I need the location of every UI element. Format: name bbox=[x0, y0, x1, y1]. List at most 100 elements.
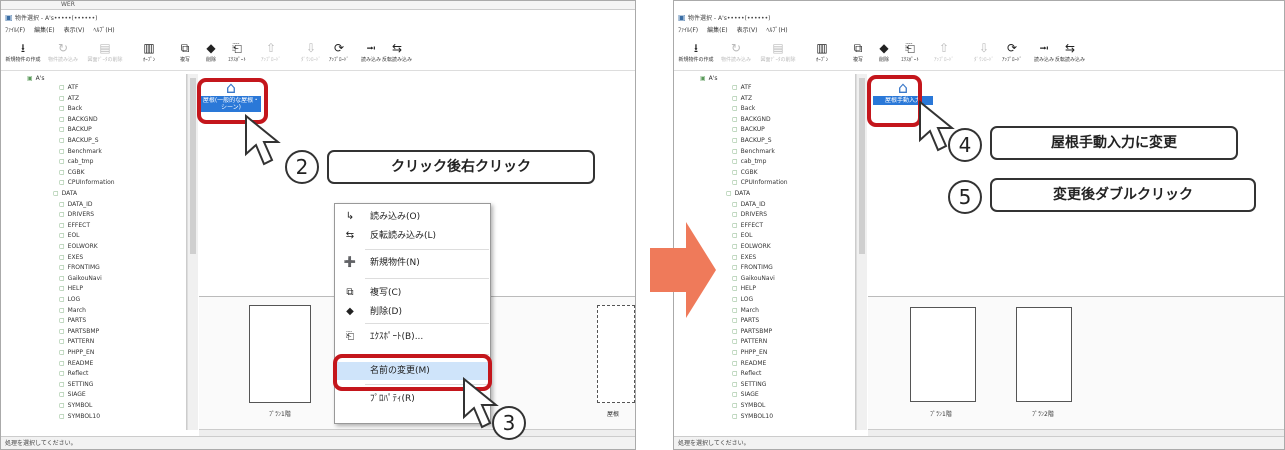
folder-tree[interactable]: ▣ A's ▢ ATF ▢ ATZ ▢ Back ▢ BACKGND ▢ BACKUP ▢ BACKUP_… bbox=[1, 74, 187, 430]
tree-item[interactable]: ▢ DATA bbox=[53, 189, 77, 198]
toolbar-reverse-read-button[interactable]: ⇆ 反転読み込み bbox=[1050, 41, 1090, 63]
tree-item[interactable]: ▢ BACKGND bbox=[59, 115, 98, 124]
toolbar-open-button[interactable]: ▥ ｵｰﾌﾟﾝ bbox=[802, 41, 842, 63]
menu-file[interactable]: ﾌｧｲﾙ(F) bbox=[5, 25, 25, 37]
tree-item[interactable]: ▢ March bbox=[59, 306, 86, 315]
tree-root[interactable]: ▣ A's bbox=[700, 74, 718, 83]
tree-item[interactable]: ▢ BACKUP_S bbox=[732, 136, 772, 145]
tree-item[interactable]: ▢ Back bbox=[59, 104, 82, 113]
tree-item[interactable]: ▢ SYMBOL bbox=[732, 401, 765, 410]
tree-item[interactable]: ▢ CPUInformation bbox=[732, 178, 788, 187]
tree-item[interactable]: ▢ GaikouNavi bbox=[732, 274, 775, 283]
tree-item[interactable]: ▢ EXES bbox=[732, 253, 756, 262]
tree-item[interactable]: ▢ BACKUP bbox=[732, 125, 765, 134]
step-5-number: 5 bbox=[948, 180, 982, 214]
tree-item[interactable]: ▢ FRONTIMG bbox=[59, 263, 100, 272]
tree-item[interactable]: ▢ EFFECT bbox=[732, 221, 763, 230]
tree-item[interactable]: ▢ PATTERN bbox=[59, 337, 94, 346]
toolbar-upload-button[interactable]: ⇧ ｱｯﾌﾟﾛｰﾄﾞ bbox=[924, 41, 964, 63]
scroll-thumb[interactable] bbox=[859, 78, 865, 254]
tree-item[interactable]: ▢ LOG bbox=[732, 295, 753, 304]
tree-item[interactable]: ▢ DATA_ID bbox=[59, 200, 93, 209]
tree-item[interactable]: ▢ HELP bbox=[732, 284, 756, 293]
tree-item[interactable]: ▢ Benchmark bbox=[732, 147, 775, 156]
context-menu-item[interactable]: ◆ 削除(D) bbox=[335, 303, 492, 321]
tree-item[interactable]: ▢ Reflect bbox=[732, 369, 761, 378]
menu-view[interactable]: 表示(V) bbox=[64, 25, 85, 37]
tree-item[interactable]: ▢ DRIVERS bbox=[732, 210, 767, 219]
tree-item[interactable]: ▢ PARTSBMP bbox=[732, 327, 772, 336]
toolbar-new-property-button[interactable]: ⭳ 新規物件の作成 bbox=[3, 41, 43, 63]
tree-scrollbar[interactable] bbox=[187, 74, 198, 430]
tree-item[interactable]: ▢ BACKUP bbox=[59, 125, 92, 134]
menu-view[interactable]: 表示(V) bbox=[737, 25, 758, 37]
tree-item[interactable]: ▢ CGBK bbox=[59, 168, 85, 177]
tree-item[interactable]: ▢ EOL bbox=[59, 231, 80, 240]
tree-item[interactable]: ▢ DATA_ID bbox=[732, 200, 766, 209]
tree-item[interactable]: ▢ README bbox=[59, 359, 93, 368]
tree-item[interactable]: ▢ SYMBOL10 bbox=[59, 412, 100, 421]
tree-item[interactable]: ▢ ATF bbox=[59, 83, 78, 92]
tree-item[interactable]: ▢ PATTERN bbox=[732, 337, 767, 346]
tree-item[interactable]: ▢ GaikouNavi bbox=[59, 274, 102, 283]
toolbar-delete-file-button[interactable]: ▤ 図面ﾃﾞｰﾀの削除 bbox=[85, 41, 125, 63]
tree-item[interactable]: ▢ PARTS bbox=[59, 316, 86, 325]
tree-item[interactable]: ▢ FRONTIMG bbox=[732, 263, 773, 272]
menu-edit[interactable]: 編集(E) bbox=[34, 25, 54, 37]
tree-item[interactable]: ▢ EOLWORK bbox=[732, 242, 771, 251]
tree-item[interactable]: ▢ ATZ bbox=[732, 94, 752, 103]
toolbar-reverse-read-button[interactable]: ⇆ 反転読み込み bbox=[377, 41, 417, 63]
tree-item[interactable]: ▢ EXES bbox=[59, 253, 83, 262]
context-menu-item[interactable]: ⎗ ｴｸｽﾎﾟｰﾄ(B)... bbox=[335, 328, 492, 346]
tree-item[interactable]: ▢ Reflect bbox=[59, 369, 88, 378]
tree-item[interactable]: ▢ cab_tmp bbox=[59, 157, 93, 166]
tree-item-label: Back bbox=[740, 105, 756, 113]
menu-file[interactable]: ﾌｧｲﾙ(F) bbox=[678, 25, 698, 37]
tree-root[interactable]: ▣ A's bbox=[27, 74, 45, 83]
tree-item[interactable]: ▢ SYMBOL10 bbox=[732, 412, 773, 421]
tree-item[interactable]: ▢ PARTSBMP bbox=[59, 327, 99, 336]
tree-item[interactable]: ▢ ATZ bbox=[59, 94, 79, 103]
tree-item[interactable]: ▢ README bbox=[732, 359, 766, 368]
toolbar-upload-button[interactable]: ⇧ ｱｯﾌﾟﾛｰﾄﾞ bbox=[251, 41, 291, 63]
tree-item[interactable]: ▢ BACKGND bbox=[732, 115, 771, 124]
context-menu-item[interactable]: ⇆ 反転読み込み(L) bbox=[335, 227, 492, 245]
tree-item[interactable]: ▢ SETTING bbox=[59, 380, 93, 389]
tree-item[interactable]: ▢ Back bbox=[732, 104, 755, 113]
scroll-thumb[interactable] bbox=[190, 78, 196, 254]
tree-item[interactable]: ▢ EOL bbox=[732, 231, 753, 240]
tree-item[interactable]: ▢ SIAGE bbox=[732, 390, 759, 399]
tree-item[interactable]: ▢ SYMBOL bbox=[59, 401, 92, 410]
tree-item[interactable]: ▢ SETTING bbox=[732, 380, 766, 389]
tree-item[interactable]: ▢ SIAGE bbox=[59, 390, 86, 399]
tree-item[interactable]: ▢ EFFECT bbox=[59, 221, 90, 230]
tree-item[interactable]: ▢ CGBK bbox=[732, 168, 758, 177]
tree-item[interactable]: ▢ ATF bbox=[732, 83, 751, 92]
context-menu-item[interactable]: ➕ 新規物件(N) bbox=[335, 254, 492, 272]
tree-item[interactable]: ▢ March bbox=[732, 306, 759, 315]
toolbar-delete-file-button[interactable]: ▤ 図面ﾃﾞｰﾀの削除 bbox=[758, 41, 798, 63]
read-icon: ↳ bbox=[345, 211, 355, 222]
toolbar-open-button[interactable]: ▥ ｵｰﾌﾟﾝ bbox=[129, 41, 169, 63]
tree-item[interactable]: ▢ PARTS bbox=[732, 316, 759, 325]
menu-help[interactable]: ﾍﾙﾌﾟ(H) bbox=[766, 25, 787, 37]
tree-item[interactable]: ▢ EOLWORK bbox=[59, 242, 98, 251]
toolbar-load-button[interactable]: ↻ 物件読み込み bbox=[716, 41, 756, 63]
tree-item[interactable]: ▢ DRIVERS bbox=[59, 210, 94, 219]
toolbar-new-property-button[interactable]: ⭳ 新規物件の作成 bbox=[676, 41, 716, 63]
menu-help[interactable]: ﾍﾙﾌﾟ(H) bbox=[93, 25, 114, 37]
tree-item[interactable]: ▢ CPUInformation bbox=[59, 178, 115, 187]
context-menu-item[interactable]: ↳ 読み込み(O) bbox=[335, 208, 492, 226]
tree-item[interactable]: ▢ DATA bbox=[726, 189, 750, 198]
tree-item[interactable]: ▢ cab_tmp bbox=[732, 157, 766, 166]
tree-item[interactable]: ▢ BACKUP_S bbox=[59, 136, 99, 145]
menu-edit[interactable]: 編集(E) bbox=[707, 25, 727, 37]
tree-item[interactable]: ▢ LOG bbox=[59, 295, 80, 304]
tree-scrollbar[interactable] bbox=[856, 74, 867, 430]
tree-item[interactable]: ▢ PHPP_EN bbox=[732, 348, 767, 357]
toolbar-load-button[interactable]: ↻ 物件読み込み bbox=[43, 41, 83, 63]
context-menu-item[interactable]: ⧉ 複写(C) bbox=[335, 284, 492, 302]
tree-item[interactable]: ▢ HELP bbox=[59, 284, 83, 293]
tree-item[interactable]: ▢ PHPP_EN bbox=[59, 348, 94, 357]
tree-item[interactable]: ▢ Benchmark bbox=[59, 147, 102, 156]
